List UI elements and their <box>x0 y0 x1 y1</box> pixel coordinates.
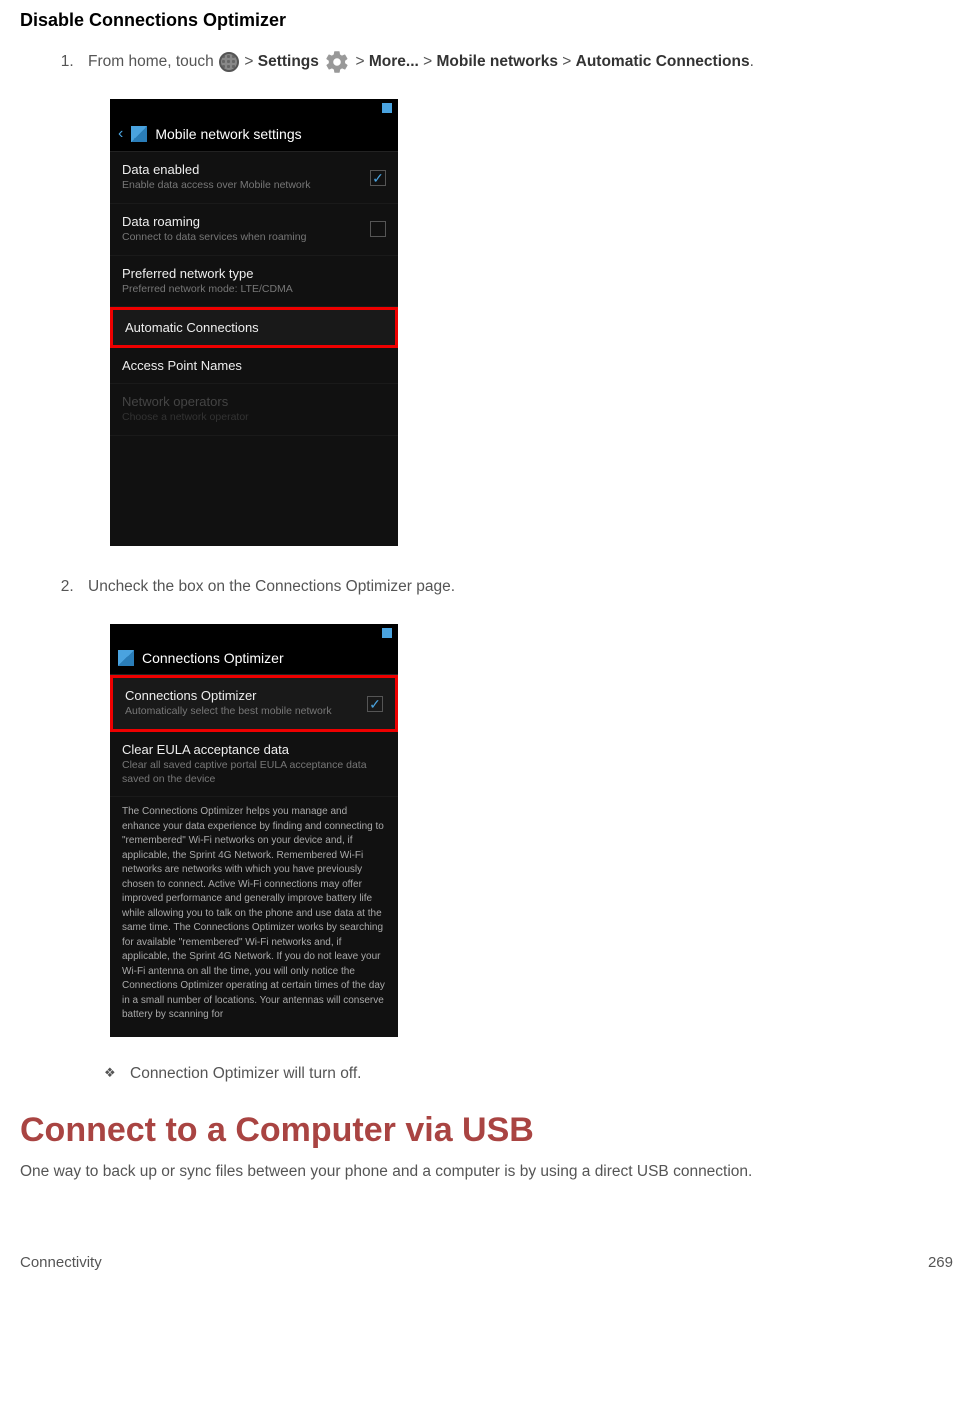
row-sub: Clear all saved captive portal EULA acce… <box>122 759 386 786</box>
step1-prefix: From home, touch <box>88 53 218 70</box>
screenshot-1: ‹ Mobile network settings Data enabled E… <box>104 93 404 552</box>
automatic-connections-label: Automatic Connections <box>576 53 750 70</box>
row-data-roaming[interactable]: Data roaming Connect to data services wh… <box>110 204 398 256</box>
header-title: Mobile network settings <box>155 126 301 142</box>
step-2-text: Uncheck the box on the Connections Optim… <box>88 574 953 600</box>
checkbox-checked-icon[interactable]: ✓ <box>367 696 383 712</box>
status-bar <box>110 624 398 642</box>
row-sub: Preferred network mode: LTE/CDMA <box>122 283 386 297</box>
apps-grid-icon <box>219 52 239 72</box>
sub-bullet-list: Connection Optimizer will turn off. <box>104 1065 953 1083</box>
usb-paragraph: One way to back up or sync files between… <box>20 1160 953 1183</box>
step-1: From home, touch > Settings > More... > … <box>78 49 953 552</box>
settings-label: Settings <box>258 53 319 70</box>
screen-header: ‹ Mobile network settings <box>110 117 398 152</box>
phone-screen-2: Connections Optimizer Connections Optimi… <box>110 624 398 1037</box>
row-automatic-connections[interactable]: Automatic Connections <box>110 307 398 348</box>
step1-period: . <box>750 53 754 70</box>
step1-sep-3: > <box>423 53 436 70</box>
gear-icon <box>324 49 350 75</box>
phone-screen-1: ‹ Mobile network settings Data enabled E… <box>110 99 398 546</box>
footer-page-number: 269 <box>928 1254 953 1271</box>
row-title: Data enabled <box>122 162 362 177</box>
row-title: Clear EULA acceptance data <box>122 742 386 757</box>
mobile-networks-label: Mobile networks <box>437 53 558 70</box>
row-title: Preferred network type <box>122 266 386 281</box>
steps-list: From home, touch > Settings > More... > … <box>78 49 953 1083</box>
info-text-wrap: The Connections Optimizer helps you mana… <box>110 797 398 1037</box>
row-title: Connections Optimizer <box>125 688 359 703</box>
step1-sep-4: > <box>562 53 575 70</box>
row-network-operators: Network operators Choose a network opera… <box>110 384 398 436</box>
row-clear-eula[interactable]: Clear EULA acceptance data Clear all sav… <box>110 732 398 797</box>
status-icon <box>382 103 392 113</box>
header-title: Connections Optimizer <box>142 650 284 666</box>
screen-header: Connections Optimizer <box>110 642 398 675</box>
screenshot-2: Connections Optimizer Connections Optimi… <box>104 618 404 1043</box>
status-icon <box>382 628 392 638</box>
bullet-turn-off: Connection Optimizer will turn off. <box>104 1065 953 1083</box>
app-icon <box>118 650 134 666</box>
step-2: Uncheck the box on the Connections Optim… <box>78 574 953 1083</box>
row-title: Access Point Names <box>122 358 386 373</box>
more-label: More... <box>369 53 419 70</box>
footer-section: Connectivity <box>20 1254 102 1271</box>
step1-sep-1: > <box>244 53 257 70</box>
signal-icon <box>131 126 147 142</box>
page-footer: Connectivity 269 <box>20 1254 953 1271</box>
row-preferred-network[interactable]: Preferred network type Preferred network… <box>110 256 398 308</box>
major-heading-usb: Connect to a Computer via USB <box>20 1111 953 1150</box>
checkbox-checked-icon[interactable]: ✓ <box>370 170 386 186</box>
info-text: The Connections Optimizer helps you mana… <box>110 797 398 1023</box>
row-data-enabled[interactable]: Data enabled Enable data access over Mob… <box>110 152 398 204</box>
row-title: Automatic Connections <box>125 320 383 335</box>
row-sub: Enable data access over Mobile network <box>122 179 362 193</box>
back-icon[interactable]: ‹ <box>118 125 123 143</box>
screen-filler <box>110 436 398 546</box>
row-access-point-names[interactable]: Access Point Names <box>110 348 398 384</box>
checkbox-empty-icon[interactable]: ✓ <box>370 221 386 237</box>
row-sub: Automatically select the best mobile net… <box>125 705 359 719</box>
row-title: Data roaming <box>122 214 362 229</box>
row-sub: Choose a network operator <box>122 411 386 425</box>
row-title: Network operators <box>122 394 386 409</box>
section-heading-disable: Disable Connections Optimizer <box>20 10 953 31</box>
step1-sep-2: > <box>356 53 369 70</box>
row-sub: Connect to data services when roaming <box>122 231 362 245</box>
row-connections-optimizer[interactable]: Connections Optimizer Automatically sele… <box>110 675 398 732</box>
status-bar <box>110 99 398 117</box>
step-1-text: From home, touch > Settings > More... > … <box>88 49 953 75</box>
